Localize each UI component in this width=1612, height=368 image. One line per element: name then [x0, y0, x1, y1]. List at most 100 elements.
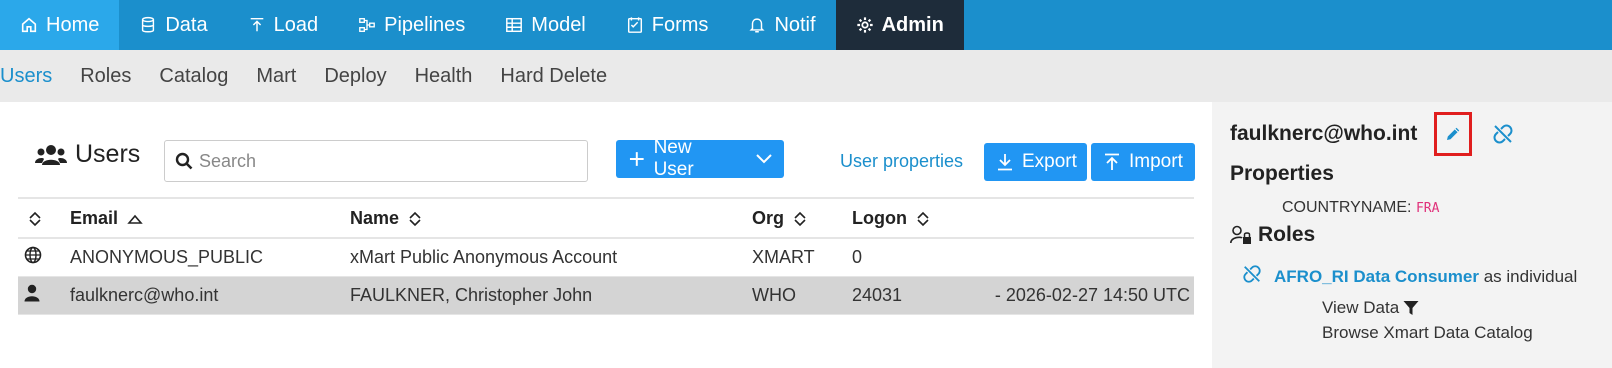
- permission-label: View Data: [1322, 298, 1400, 317]
- org-header[interactable]: Org: [752, 197, 852, 239]
- user-detail-panel: faulknerc@who.int Properties COUNTRYNAME…: [1212, 102, 1612, 368]
- tab-users[interactable]: Users: [0, 65, 66, 88]
- sub-nav: Users Roles Catalog Mart Deploy Health H…: [0, 50, 1612, 102]
- nav-home[interactable]: Home: [0, 0, 120, 50]
- user-icon: [24, 284, 40, 301]
- sort-icon: [917, 211, 929, 226]
- pipeline-icon: [359, 18, 375, 32]
- row-logon: 24031: [852, 276, 992, 315]
- tab-roles[interactable]: Roles: [66, 65, 145, 88]
- permission-view-data: View Data: [1322, 298, 1419, 318]
- chevron-down-icon: [755, 154, 772, 164]
- nav-model-label: Model: [531, 13, 586, 36]
- property-value: FRA: [1415, 201, 1440, 216]
- row-logon: 0: [852, 238, 992, 277]
- property-key: COUNTRYNAME:: [1282, 199, 1412, 216]
- pencil-icon: [1447, 127, 1460, 140]
- export-button[interactable]: Export: [984, 143, 1087, 181]
- table-row-selected[interactable]: faulknerc@who.int FAULKNER, Christopher …: [18, 276, 1194, 315]
- nav-data[interactable]: Data: [119, 0, 227, 50]
- export-label: Export: [1022, 151, 1077, 172]
- tab-health[interactable]: Health: [401, 65, 487, 88]
- logon-header-label: Logon: [852, 207, 907, 228]
- nav-admin[interactable]: Admin: [835, 0, 964, 50]
- properties-heading: Properties: [1230, 162, 1334, 185]
- search-input[interactable]: [199, 150, 579, 172]
- name-header-label: Name: [350, 207, 400, 228]
- edit-user-button[interactable]: [1434, 112, 1472, 156]
- row-org: WHO: [752, 276, 852, 315]
- role-row: AFRO_RI Data Consumer as individual: [1242, 264, 1577, 289]
- sort-icon: [409, 211, 421, 226]
- upload-icon: [250, 17, 263, 32]
- import-label: Import: [1129, 151, 1183, 172]
- row-email: faulknerc@who.int: [70, 276, 350, 315]
- home-icon: [21, 17, 37, 33]
- tab-hard-delete[interactable]: Hard Delete: [486, 65, 621, 88]
- page-title-text: Users: [75, 140, 141, 168]
- nav-pipelines-label: Pipelines: [384, 13, 466, 36]
- nav-notif[interactable]: Notif: [728, 0, 835, 50]
- nav-home-label: Home: [46, 13, 100, 36]
- sort-asc-icon: [127, 214, 143, 224]
- new-user-dropdown[interactable]: [743, 140, 784, 178]
- gear-icon: [856, 17, 873, 33]
- unlink-user-button[interactable]: [1492, 123, 1514, 150]
- tab-mart[interactable]: Mart: [242, 65, 310, 88]
- unlink-icon: [1243, 265, 1261, 283]
- new-user-label: New User: [653, 137, 694, 180]
- nav-admin-label: Admin: [881, 13, 944, 36]
- nav-pipelines[interactable]: Pipelines: [338, 0, 485, 50]
- nav-data-label: Data: [165, 13, 208, 36]
- permission-browse-catalog: Browse Xmart Data Catalog: [1322, 323, 1533, 342]
- roles-heading-text: Roles: [1258, 223, 1316, 246]
- page-title: Users: [35, 140, 140, 169]
- sort-icon: [794, 211, 806, 226]
- top-nav: Home Data Load Pipelines Model Forms Not…: [0, 0, 1612, 50]
- table-row[interactable]: ANONYMOUS_PUBLIC xMart Public Anonymous …: [18, 238, 1194, 277]
- plus-icon: [629, 152, 644, 166]
- tab-catalog[interactable]: Catalog: [145, 65, 242, 88]
- row-type-cell: [18, 276, 70, 315]
- name-header[interactable]: Name: [350, 197, 752, 239]
- nav-load-label: Load: [273, 13, 319, 36]
- property-row: COUNTRYNAME: FRA: [1282, 199, 1439, 217]
- import-button[interactable]: Import: [1091, 143, 1195, 181]
- globe-icon: [24, 246, 42, 264]
- nav-model[interactable]: Model: [485, 0, 605, 50]
- type-sort-header[interactable]: [18, 197, 70, 239]
- detail-email: faulknerc@who.int: [1230, 122, 1418, 145]
- row-name: xMart Public Anonymous Account: [350, 238, 752, 277]
- row-last-logon: [992, 238, 1194, 277]
- tab-deploy[interactable]: Deploy: [310, 65, 400, 88]
- user-lock-icon: [1230, 225, 1251, 244]
- filter-icon: [1403, 301, 1419, 315]
- database-icon: [142, 16, 155, 33]
- email-header[interactable]: Email: [70, 197, 350, 239]
- email-header-label: Email: [70, 207, 119, 228]
- nav-notif-label: Notif: [774, 13, 816, 36]
- last-logon-header: [992, 197, 1194, 239]
- search-icon: [175, 152, 193, 170]
- sort-icon: [29, 211, 41, 226]
- new-user-button[interactable]: New User: [616, 137, 784, 180]
- unlink-role-button[interactable]: [1242, 264, 1262, 289]
- upload-icon: [1105, 153, 1119, 170]
- row-type-cell: [18, 238, 70, 277]
- row-last-logon: - 2026-02-27 14:50 UTC: [992, 276, 1194, 315]
- role-scope: as individual: [1483, 266, 1578, 286]
- logon-header[interactable]: Logon: [852, 197, 992, 239]
- org-header-label: Org: [752, 207, 785, 228]
- user-properties-link[interactable]: User properties: [840, 151, 963, 172]
- unlink-icon: [1493, 124, 1513, 144]
- row-email: ANONYMOUS_PUBLIC: [70, 238, 350, 277]
- table-header: Email Name Org Logon: [18, 197, 1194, 239]
- table-icon: [506, 17, 523, 33]
- bell-icon: [749, 18, 766, 33]
- row-name: FAULKNER, Christopher John: [350, 276, 752, 315]
- roles-heading: Roles: [1230, 223, 1315, 247]
- row-org: XMART: [752, 238, 852, 277]
- nav-forms[interactable]: Forms: [606, 0, 729, 50]
- nav-load[interactable]: Load: [228, 0, 339, 50]
- role-link[interactable]: AFRO_RI Data Consumer: [1274, 267, 1479, 286]
